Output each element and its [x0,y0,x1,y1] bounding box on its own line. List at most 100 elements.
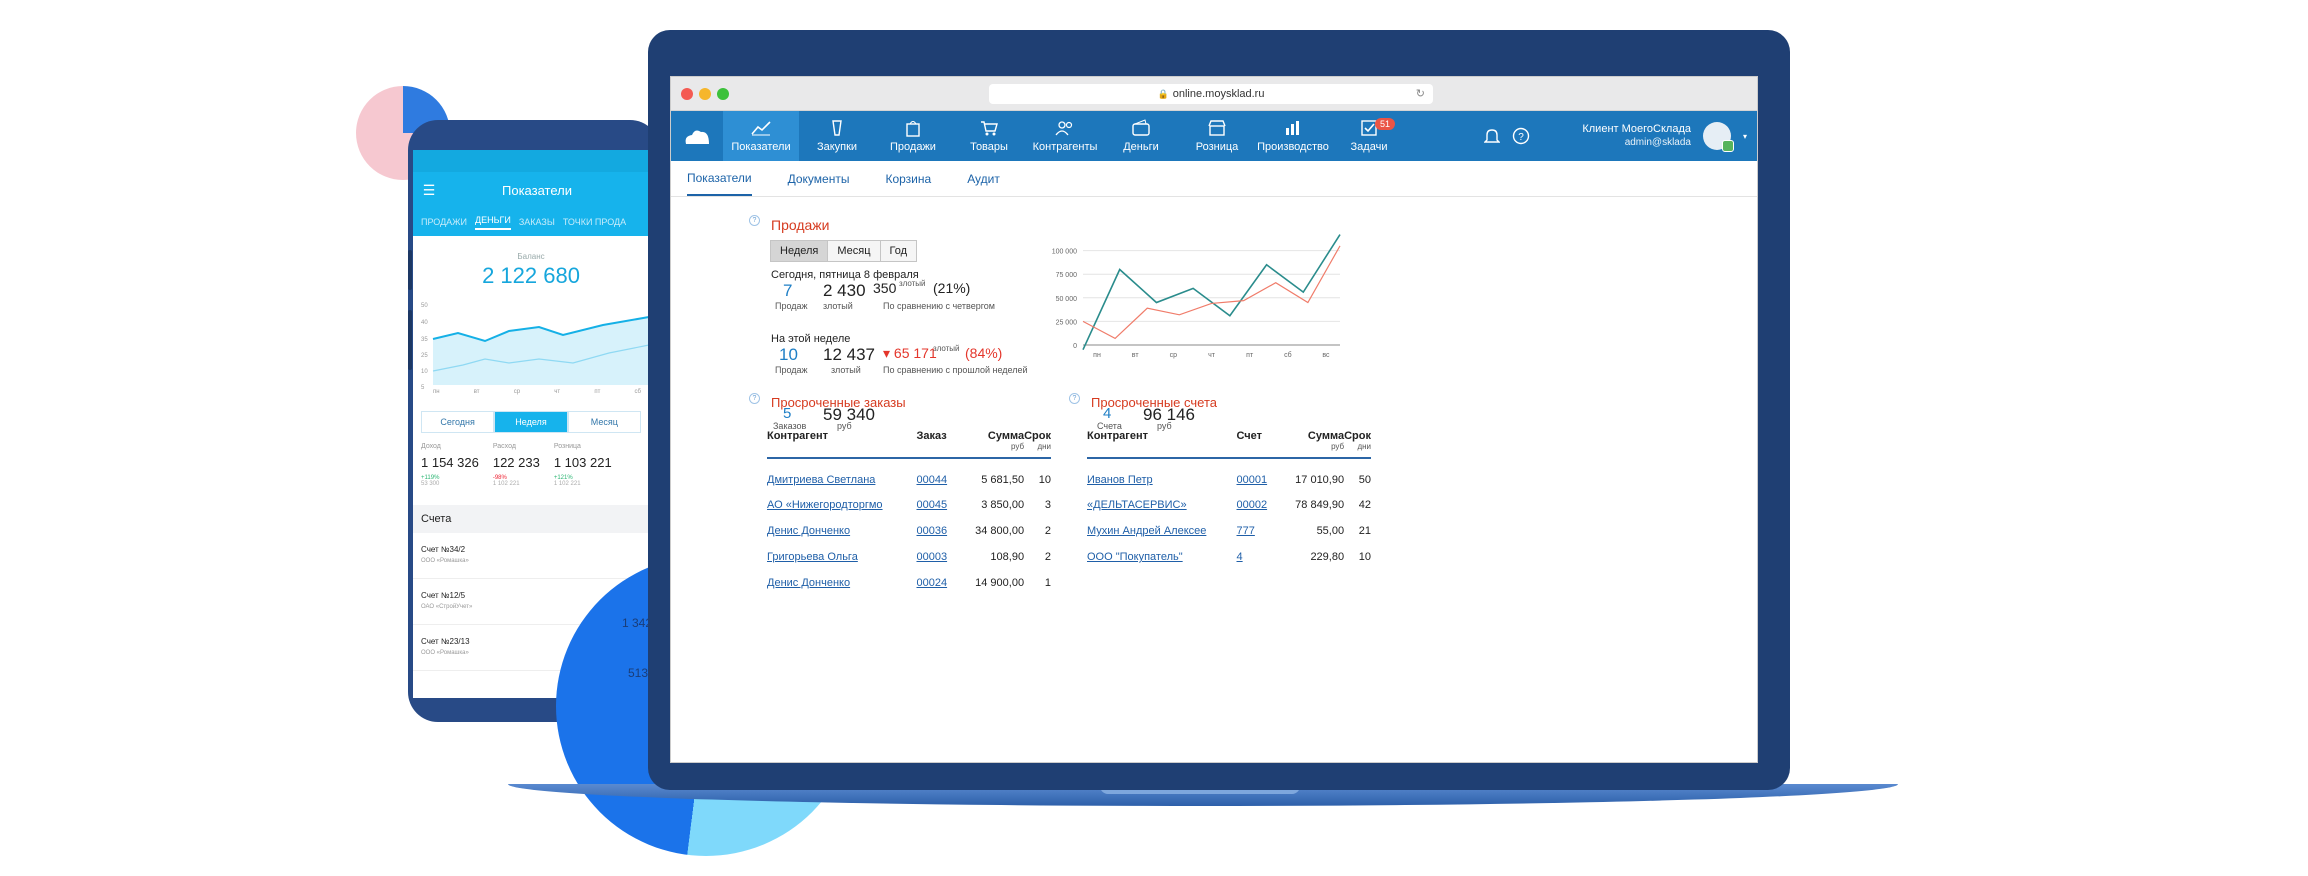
period-week-button[interactable]: Неделя [494,411,568,433]
contractor-link[interactable]: ООО "Покупатель" [1087,544,1237,570]
order-link[interactable]: 00036 [916,518,972,544]
col-term[interactable]: Срок дни [1024,430,1051,459]
overdue-invoices-count: 4 [1103,405,1112,422]
tab-documents[interactable]: Документы [788,172,850,186]
period-month-button[interactable]: Месяц [567,411,641,433]
phone-tabs: ПРОДАЖИ ДЕНЬГИ ЗАКАЗЫ ТОЧКИ ПРОДА [413,208,649,236]
nav-item-retail[interactable]: Розница [1179,111,1255,161]
chart-ytick-label: 75 000 [1056,272,1078,279]
nav-item-money[interactable]: Деньги [1103,111,1179,161]
nav-item-label: Задачи [1350,141,1388,153]
col-invoice[interactable]: Счет [1236,430,1293,459]
help-icon[interactable]: ? [749,215,760,226]
user-name: Клиент МоегоСклада [1582,123,1691,135]
phone-tab[interactable]: ПРОДАЖИ [421,217,467,227]
chart-xtick-label: вт [1132,352,1140,359]
phone-title: Показатели [502,182,572,198]
col-term[interactable]: Срок дни [1344,430,1371,459]
term-cell: 1 [1044,577,1051,589]
col-sum[interactable]: Сумма руб [1292,430,1345,459]
tab-audit[interactable]: Аудит [967,172,1000,186]
col-sum-label: Сумма [1307,430,1345,442]
contractor-link[interactable]: Иванов Петр [1087,458,1237,492]
table-row: АО «Нижегородторгмо 00045 3 850,00 3 [767,492,1051,518]
period-week-button[interactable]: Неделя [770,240,829,262]
contractor-link[interactable]: Денис Донченко [767,518,916,544]
nav-item-label: Розница [1195,141,1239,153]
today-label: Сегодня, пятница 8 февраля [771,269,919,281]
nav-item-indicators[interactable]: Показатели [723,111,799,161]
week-amount-label: злотый [831,365,861,375]
order-link[interactable]: 00024 [916,570,972,596]
order-link[interactable]: 00003 [916,544,972,570]
nav-item-contractors[interactable]: Контрагенты [1027,111,1103,161]
user-info[interactable]: Клиент МоегоСклада admin@sklada [1582,123,1691,149]
term-cell: 3 [1044,499,1051,511]
help-icon[interactable]: ? [749,393,760,404]
store-icon [1208,120,1226,136]
cart-icon [981,121,998,136]
chart-xtick-label: чт [1208,352,1216,359]
today-sales-amount: 2 430 [823,281,866,300]
contractor-link[interactable]: АО «Нижегородторгмо [767,492,916,518]
phone-side-button [408,250,412,290]
minimize-window-button[interactable] [699,88,711,100]
col-sum[interactable]: Сумма руб [972,430,1025,459]
col-term-unit: дни [1037,442,1051,451]
order-link[interactable]: 00044 [916,458,972,492]
period-month-button[interactable]: Месяц [827,240,881,262]
invoice-link[interactable]: 777 [1237,518,1293,544]
bell-icon[interactable] [1484,127,1501,145]
maximize-window-button[interactable] [717,88,729,100]
avatar[interactable] [1702,122,1734,152]
stat-value: 1 154 326 [421,455,479,470]
nav-item-goods[interactable]: Товары [951,111,1027,161]
sum-cell: 34 800,00 [975,525,1025,537]
contractor-link[interactable]: Григорьева Ольга [767,544,916,570]
invoice-link[interactable]: 00001 [1237,458,1293,492]
chart-line-icon [751,121,771,136]
close-window-button[interactable] [681,88,693,100]
sub-nav: Показатели Документы Корзина Аудит [671,161,1757,197]
col-order[interactable]: Заказ [916,430,973,459]
tab-trash[interactable]: Корзина [885,172,931,186]
period-year-button[interactable]: Год [879,240,918,262]
period-today-button[interactable]: Сегодня [421,411,495,433]
contractor-link[interactable]: Дмитриева Светлана [767,458,916,492]
accounts-title: Счета [413,505,649,533]
phone-chart-ytick: 10 [421,369,428,375]
col-contractor[interactable]: Контрагент [767,430,917,459]
nav-item-purchases[interactable]: Закупки [799,111,875,161]
chart-xtick-label: сб [1284,351,1292,359]
today-compare-pct: (21%) [933,280,971,296]
chevron-down-icon[interactable]: ▾ [1743,132,1747,141]
order-link[interactable]: 00045 [916,492,972,518]
sum-cell: 17 010,90 [1295,473,1345,486]
address-bar[interactable]: 🔒 online.moysklad.ru ↻ [989,84,1433,104]
help-icon[interactable]: ? [1512,127,1530,145]
nav-item-sales[interactable]: Продажи [875,111,951,161]
lock-icon: 🔒 [1157,89,1169,99]
account-item[interactable]: Счет №34/2 ООО «Ромашка» [413,533,649,579]
contractor-link[interactable]: Мухин Андрей Алексее [1087,518,1237,544]
nav-item-tasks[interactable]: Задачи 51 [1331,111,1407,161]
phone-tab-active[interactable]: ДЕНЬГИ [474,215,511,230]
reload-icon[interactable]: ↻ [1416,84,1425,104]
week-sales-count-label: Продаж [775,365,808,375]
phone-tab[interactable]: ЗАКАЗЫ [519,217,555,227]
shopping-bag-icon [906,121,920,137]
help-icon[interactable]: ? [1069,393,1080,404]
contractor-link[interactable]: «ДЕЛЬТАСЕРВИС» [1087,492,1237,518]
tab-indicators[interactable]: Показатели [687,161,752,196]
invoice-link[interactable]: 4 [1237,544,1293,570]
nav-item-production[interactable]: Производство [1255,111,1331,161]
phone-tab[interactable]: ТОЧКИ ПРОДА [563,217,626,227]
chart-ytick-label: 25 000 [1056,319,1078,326]
menu-icon[interactable]: ☰ [413,182,445,199]
contractor-link[interactable]: Денис Донченко [767,570,916,596]
term-cell: 50 [1358,473,1371,486]
phone-header: ☰ Показатели [413,172,649,208]
col-contractor[interactable]: Контрагент [1087,430,1237,459]
invoice-link[interactable]: 00002 [1237,492,1293,518]
logo[interactable] [671,111,723,161]
